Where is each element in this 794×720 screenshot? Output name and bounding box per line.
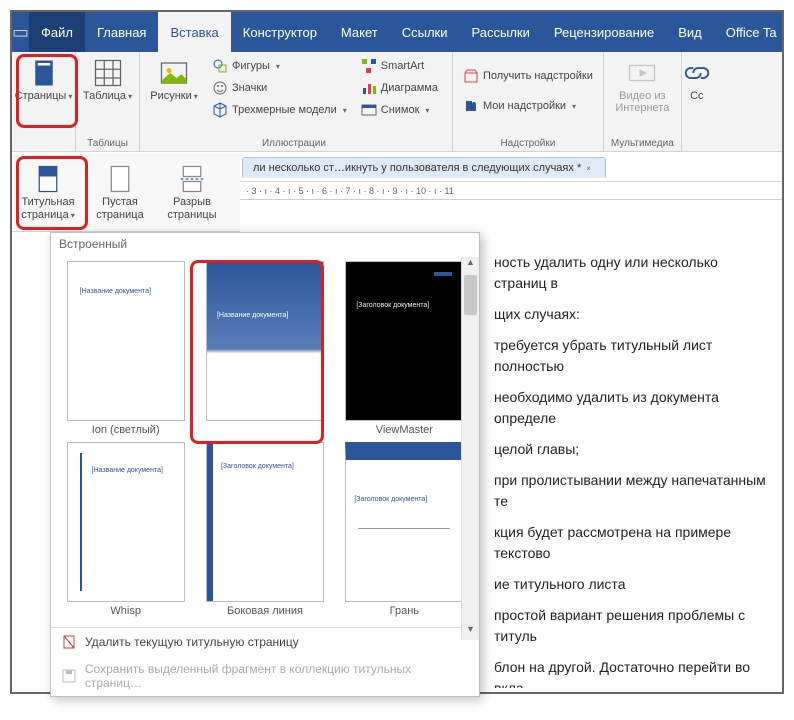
media-group-label: Мультимедиа (611, 136, 674, 149)
shapes-icon (212, 58, 228, 74)
remove-cover-page-item[interactable]: Удалить текущую титульную страницу (51, 628, 479, 656)
gallery-thumb-viewmaster[interactable]: [Заголовок документа] ViewMaster (338, 261, 471, 436)
window-icon: ▭ (12, 12, 29, 52)
tab-file[interactable]: Файл (29, 12, 85, 52)
pictures-button[interactable]: Рисунки▾ (146, 56, 202, 104)
gallery-thumb-sideline[interactable]: [Заголовок документа] Боковая линия (198, 442, 331, 617)
tab-layout[interactable]: Макет (329, 12, 390, 52)
tab-references[interactable]: Ссылки (390, 12, 460, 52)
tab-office[interactable]: Office Ta (714, 12, 789, 52)
icons-icon (212, 80, 228, 96)
doc-text: ность удалить одну или несколько страниц… (494, 252, 770, 294)
document-tab[interactable]: ли несколько ст…икнуть у пользователя в … (242, 157, 606, 178)
page-icon (29, 58, 59, 88)
cube-icon (212, 102, 228, 118)
tables-group-label: Таблицы (87, 136, 128, 149)
doc-text: при пролистывании между напечатанным те (494, 470, 770, 512)
doc-text: щих случаях: (494, 304, 770, 325)
pages-subribbon: Титульная страница▾ Пустая страница Разр… (12, 154, 240, 232)
doc-text: необходимо удалить из документа определе (494, 387, 770, 429)
screenshot-button[interactable]: Снимок▾ (357, 100, 442, 120)
link-icon (682, 58, 712, 88)
ruler[interactable]: · 3 · ı · 4 · ı · 5 · ı · 6 · ı · 7 · ı … (240, 182, 782, 200)
save-icon (61, 668, 77, 684)
document-tab-row: ли несколько ст…икнуть у пользователя в … (240, 154, 782, 182)
cover-page-gallery: Встроенный [Название документа] Ion (све… (50, 232, 480, 697)
gallery-thumb-ion[interactable]: [Название документа] Ion (светлый) (59, 261, 192, 436)
table-button[interactable]: Таблица▾ (80, 56, 136, 104)
pages-button[interactable]: Страницы▾ (16, 56, 72, 104)
chart-button[interactable]: Диаграмма (357, 78, 442, 98)
doc-text: целой главы; (494, 439, 770, 460)
icons-button[interactable]: Значки (208, 78, 351, 98)
video-button[interactable]: Видео из Интернета (614, 56, 670, 116)
gallery-scrollbar[interactable]: ▲ ▼ (461, 257, 479, 640)
chart-icon (361, 80, 377, 96)
scroll-up-icon[interactable]: ▲ (462, 257, 479, 273)
cover-page-icon (33, 164, 63, 194)
get-addins-button[interactable]: Получить надстройки (459, 66, 597, 86)
tab-home[interactable]: Главная (85, 12, 158, 52)
video-icon (627, 58, 657, 88)
doc-text: блон на другой. Достаточно перейти во вк… (494, 657, 770, 688)
tab-insert[interactable]: Вставка (158, 12, 230, 52)
blank-page-button[interactable]: Пустая страница (84, 154, 156, 231)
ribbon-tabs: Файл Главная Вставка Конструктор Макет С… (29, 12, 789, 52)
tab-view[interactable]: Вид (666, 12, 714, 52)
gallery-thumb-facet[interactable]: [Заголовок документа] Грань (338, 442, 471, 617)
doc-text: требуется убрать титульный лист полность… (494, 335, 770, 377)
pictures-icon (159, 58, 189, 88)
screenshot-icon (361, 102, 377, 118)
smartart-button[interactable]: SmartArt (357, 56, 442, 76)
table-icon (93, 58, 123, 88)
shapes-button[interactable]: Фигуры▾ (208, 56, 351, 76)
page-break-icon (177, 164, 207, 194)
ribbon: Страницы▾ Таблица▾ Таблицы Рисунки▾ (12, 52, 782, 152)
gallery-thumb-whisp[interactable]: [Название документа] Whisp (59, 442, 192, 617)
scroll-down-icon[interactable]: ▼ (462, 624, 479, 640)
doc-text: кция будет рассмотрена на примере тексто… (494, 522, 770, 564)
illustrations-group-label: Иллюстрации (262, 136, 326, 149)
blank-page-icon (105, 164, 135, 194)
doc-text: простой вариант решения проблемы с титул… (494, 605, 770, 647)
store-icon (463, 68, 479, 84)
addins-group-label: Надстройки (500, 136, 555, 149)
save-to-gallery-item: Сохранить выделенный фрагмент в коллекци… (51, 656, 479, 696)
3dmodels-button[interactable]: Трехмерные модели▾ (208, 100, 351, 120)
scroll-thumb[interactable] (464, 275, 477, 315)
document-area[interactable]: ность удалить одну или несколько страниц… (486, 212, 778, 688)
title-bar: ▭ Файл Главная Вставка Конструктор Макет… (12, 12, 782, 52)
close-icon[interactable]: × (586, 164, 591, 173)
links-button[interactable]: Сс (669, 56, 725, 104)
page-break-button[interactable]: Разрыв страницы (156, 154, 228, 231)
gallery-section-header: Встроенный (51, 233, 479, 255)
doc-text: ие титульного листа (494, 574, 770, 595)
addins-icon (463, 98, 479, 114)
tab-design[interactable]: Конструктор (231, 12, 329, 52)
tab-mailings[interactable]: Рассылки (460, 12, 542, 52)
my-addins-button[interactable]: Мои надстройки▾ (459, 96, 597, 116)
delete-icon (61, 634, 77, 650)
tab-review[interactable]: Рецензирование (542, 12, 666, 52)
smartart-icon (361, 58, 377, 74)
cover-page-button[interactable]: Титульная страница▾ (12, 154, 84, 231)
gallery-thumb-gradient[interactable]: [Название документа] (198, 261, 331, 436)
